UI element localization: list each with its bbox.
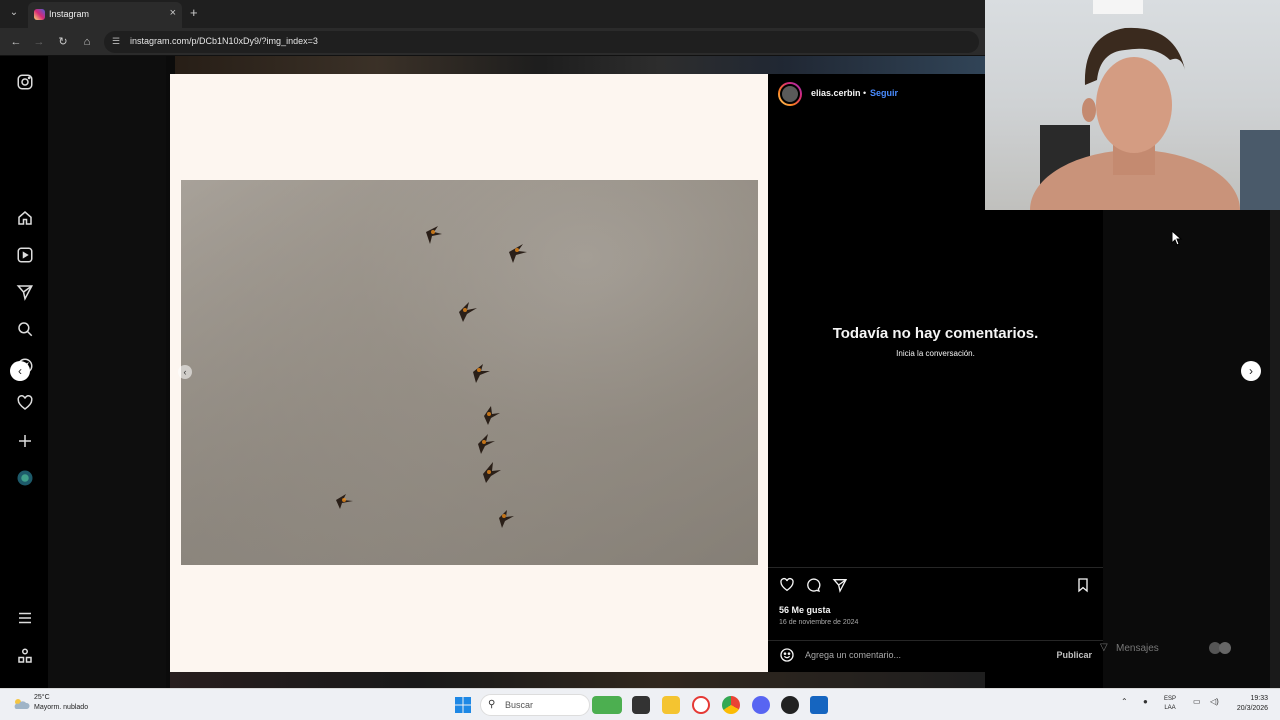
divider	[768, 640, 1103, 641]
tab-close-icon[interactable]: ×	[170, 7, 176, 19]
no-comments-subtitle: Inicia la conversación.	[896, 349, 975, 358]
language-indicator[interactable]: ESP LAA	[1164, 695, 1176, 713]
microphone-icon[interactable]: ●	[1143, 697, 1148, 706]
network-icon[interactable]: ▭	[1193, 697, 1201, 706]
clock-date: 20/3/2026	[1236, 705, 1268, 712]
weather-temperature: 25°C	[34, 694, 50, 701]
instagram-favicon-icon	[34, 9, 45, 20]
browser-toolbar: ← → ↻ ⌂ ☰ instagram.com/p/DCb1N10xDy9/?i…	[0, 28, 985, 56]
browser-tab-bar: ⌄ Instagram × +	[0, 0, 985, 28]
taskbar-search[interactable]: ⚲ Buscar	[480, 694, 590, 716]
clock-time: 19:33	[1250, 695, 1268, 702]
emoji-icon[interactable]	[779, 647, 795, 663]
publish-button[interactable]: Publicar	[1056, 650, 1092, 660]
next-post-button[interactable]: ›	[1241, 361, 1261, 381]
messages-send-icon: ▽	[1100, 642, 1108, 653]
new-tab-button[interactable]: +	[190, 5, 198, 20]
like-icon[interactable]	[779, 577, 795, 593]
instagram-icon[interactable]	[16, 73, 34, 91]
forward-arrow-icon[interactable]: →	[31, 34, 47, 50]
feed-image-strip-bottom	[170, 672, 985, 688]
previous-post-button[interactable]: ‹	[10, 361, 30, 381]
language-bottom: LAA	[1164, 705, 1176, 711]
address-bar[interactable]: ☰ instagram.com/p/DCb1N10xDy9/?img_index…	[104, 31, 979, 53]
file-explorer-icon[interactable]	[662, 696, 680, 714]
search-icon: ⚲	[488, 699, 496, 710]
comment-icon[interactable]	[805, 577, 821, 593]
search-icon[interactable]	[16, 320, 34, 338]
post-media: ‹	[170, 74, 768, 672]
messages-button[interactable]: ▽ Mensajes	[1098, 638, 1248, 660]
avatar[interactable]	[778, 82, 802, 106]
windows-taskbar: 25°C Mayorm. nublado ⚲ Buscar ⌃ ● ESP LA…	[0, 688, 1280, 720]
windows-start-icon[interactable]	[455, 697, 471, 713]
post-date: 16 de noviembre de 2024	[779, 619, 859, 626]
webcam-overlay	[985, 0, 1280, 210]
follow-button[interactable]: Seguir	[870, 88, 898, 98]
page-right-area	[1103, 210, 1280, 688]
app-icon[interactable]	[781, 696, 799, 714]
tab-title: Instagram	[49, 9, 90, 19]
weather-description: Mayorm. nublado	[34, 704, 89, 711]
home-icon[interactable]	[16, 209, 34, 227]
site-info-icon[interactable]: ☰	[112, 36, 120, 47]
taskbar-search-placeholder: Buscar	[505, 700, 534, 710]
more-icon[interactable]	[16, 647, 34, 665]
chrome-icon[interactable]	[722, 696, 740, 714]
messages-label: Mensajes	[1116, 643, 1159, 654]
widgets-icon[interactable]	[592, 696, 622, 714]
screen: ⌄ Instagram × + ← → ↻ ⌂ ☰ instagram.com/…	[0, 0, 1280, 720]
menu-icon[interactable]	[16, 609, 34, 627]
browser-tab-instagram[interactable]: Instagram ×	[28, 2, 182, 28]
url-text[interactable]: instagram.com/p/DCb1N10xDy9/?img_index=3	[130, 36, 318, 46]
messages-avatars	[1209, 642, 1231, 654]
create-icon[interactable]	[16, 432, 34, 450]
back-arrow-icon[interactable]: ←	[8, 34, 24, 50]
divider	[768, 567, 1103, 568]
feed-left-column	[48, 56, 166, 688]
separator-dot: •	[863, 88, 867, 98]
media-prev-button[interactable]: ‹	[178, 365, 192, 379]
profile-icon[interactable]	[16, 469, 34, 487]
volume-icon[interactable]: ◁)	[1210, 697, 1219, 706]
opera-icon[interactable]	[692, 696, 710, 714]
post-username[interactable]: elias.cerbin	[811, 88, 861, 98]
feed-image-strip-top	[175, 56, 985, 74]
mouse-cursor-icon	[1171, 230, 1183, 246]
no-comments-title: Todavía no hay comentarios.	[832, 325, 1039, 342]
likes-count[interactable]: 56 Me gusta	[779, 605, 831, 615]
post-photo-birds[interactable]	[181, 180, 758, 565]
language-top: ESP	[1164, 696, 1177, 702]
share-icon[interactable]	[832, 577, 848, 593]
send-icon[interactable]	[16, 283, 34, 301]
heart-icon[interactable]	[16, 394, 34, 412]
reload-icon[interactable]: ↻	[55, 34, 71, 50]
messenger-icon[interactable]	[752, 696, 770, 714]
security-shield-icon[interactable]	[810, 696, 828, 714]
comment-input[interactable]: Agrega un comentario...	[805, 650, 901, 660]
save-icon[interactable]	[1075, 577, 1091, 593]
reels-icon[interactable]	[16, 246, 34, 264]
system-clock[interactable]: 19:33 20/3/2026	[1237, 694, 1268, 714]
tray-chevron-up-icon[interactable]: ⌃	[1121, 697, 1128, 706]
home-button-icon[interactable]: ⌂	[79, 34, 95, 50]
task-view-icon[interactable]	[632, 696, 650, 714]
tab-search-chevron-icon[interactable]: ⌄	[6, 5, 22, 21]
weather-cloud-icon[interactable]	[12, 697, 30, 711]
